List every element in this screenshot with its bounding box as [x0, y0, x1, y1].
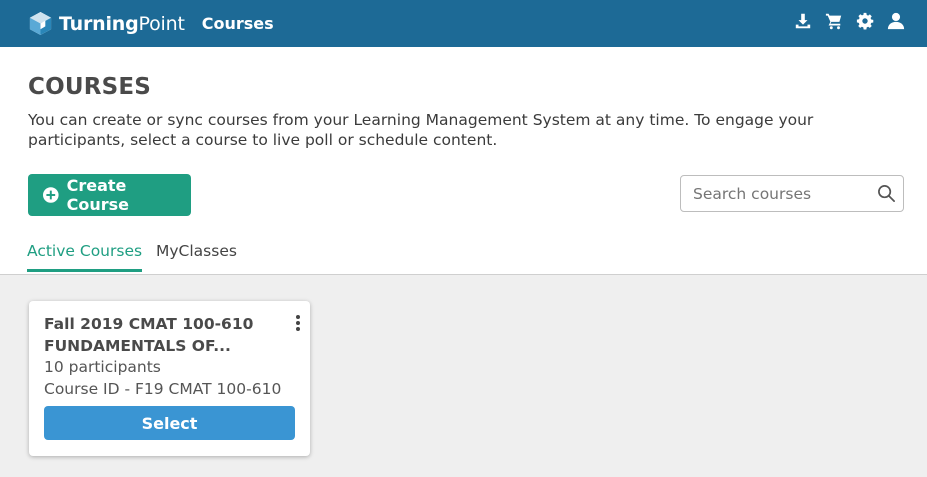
cart-icon[interactable] — [825, 12, 843, 30]
gear-icon[interactable] — [856, 12, 874, 30]
brand-name: TurningPoint — [59, 12, 185, 35]
page-description: You can create or sync courses from your… — [28, 111, 814, 149]
top-navigation-bar: TurningPoint Courses — [0, 0, 927, 47]
create-course-label: Create Course — [66, 176, 129, 214]
topbar-actions — [794, 12, 905, 30]
course-tabs: Active Courses MyClasses — [0, 236, 927, 275]
search-icon[interactable] — [877, 184, 896, 203]
more-options-icon[interactable] — [292, 314, 304, 332]
plus-circle-icon — [43, 187, 59, 203]
nav-courses-link[interactable]: Courses — [202, 14, 274, 33]
select-course-button[interactable]: Select — [44, 406, 295, 440]
tab-myclasses[interactable]: MyClasses — [156, 242, 237, 269]
tab-active-courses[interactable]: Active Courses — [27, 242, 143, 272]
course-title[interactable]: Fall 2019 CMAT 100-610 FUNDAMENTALS OF..… — [44, 313, 274, 357]
course-card: Fall 2019 CMAT 100-610 FUNDAMENTALS OF..… — [29, 301, 310, 456]
turningpoint-logo-icon — [29, 11, 52, 36]
search-input[interactable] — [681, 176, 866, 211]
create-course-button[interactable]: Create Course — [28, 174, 191, 216]
course-id: Course ID - F19 CMAT 100-610 — [44, 380, 282, 398]
courses-list-area: Fall 2019 CMAT 100-610 FUNDAMENTALS OF..… — [0, 275, 927, 477]
course-participants: 10 participants — [44, 358, 161, 376]
search-box — [680, 175, 904, 212]
download-icon[interactable] — [794, 12, 812, 30]
user-icon[interactable] — [887, 12, 905, 30]
brand-logo[interactable]: TurningPoint — [28, 11, 185, 36]
page-title: COURSES — [28, 74, 152, 100]
